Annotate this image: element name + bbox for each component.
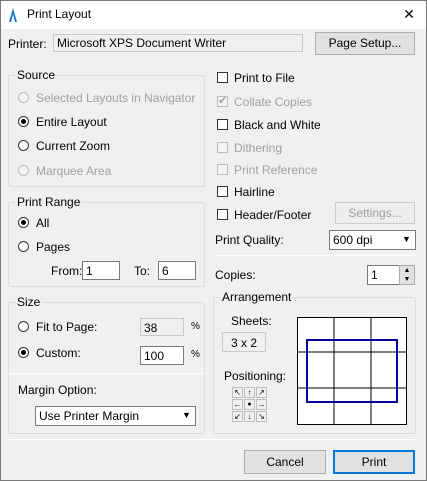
black-and-white-checkbox[interactable]: [217, 119, 228, 130]
margin-option-select[interactable]: Use Printer Margin ▼: [35, 406, 196, 426]
custom-size-label: Custom:: [36, 346, 81, 360]
collate-copies-label: Collate Copies: [234, 95, 313, 109]
dithering-checkbox[interactable]: [217, 142, 228, 153]
footer-divider: [8, 439, 417, 440]
print-range-title: Print Range: [15, 195, 83, 209]
print-quality-value: 600 dpi: [333, 233, 373, 247]
from-label: From:: [51, 264, 83, 278]
custom-size-radio[interactable]: [18, 347, 29, 358]
print-range-all-radio[interactable]: [18, 217, 29, 228]
margin-option-label: Margin Option:: [18, 383, 97, 397]
checkmark-icon: ✔: [218, 95, 228, 107]
print-reference-checkbox[interactable]: [217, 164, 228, 175]
print-layout-dialog: Print Layout ✕ Printer: Microsoft XPS Do…: [0, 0, 427, 481]
arrangement-title: Arrangement: [220, 290, 294, 304]
print-to-file-checkbox[interactable]: [217, 72, 228, 83]
right-divider: [214, 255, 416, 256]
print-quality-label: Print Quality:: [215, 233, 284, 247]
arrow-e-icon[interactable]: →: [256, 399, 267, 410]
fit-to-page-value: 38: [140, 318, 184, 336]
from-page-input[interactable]: 1: [82, 261, 120, 280]
close-icon[interactable]: ✕: [396, 2, 422, 26]
to-label: To:: [134, 264, 151, 278]
center-dot-icon[interactable]: ●: [244, 399, 255, 410]
printer-name-field: Microsoft XPS Document Writer: [53, 34, 303, 52]
arrow-sw-icon[interactable]: ↙: [232, 411, 243, 422]
app-logo-icon: [9, 8, 17, 22]
copies-spinner[interactable]: ▲ ▼: [399, 265, 415, 285]
arrow-n-icon[interactable]: ↑: [244, 387, 255, 398]
copies-label: Copies:: [215, 268, 256, 282]
spin-up-icon[interactable]: ▲: [400, 266, 414, 275]
print-to-file-label: Print to File: [234, 71, 295, 85]
window-title: Print Layout: [27, 7, 92, 21]
settings-button[interactable]: Settings...: [335, 202, 415, 224]
print-range-pages-radio[interactable]: [18, 241, 29, 252]
margin-option-value: Use Printer Margin: [39, 409, 140, 423]
source-marquee-area-label: Marquee Area: [36, 164, 112, 178]
size-title: Size: [15, 295, 43, 309]
print-quality-select[interactable]: 600 dpi ▼: [329, 230, 416, 250]
spin-down-icon[interactable]: ▼: [400, 275, 414, 284]
source-group-title: Source: [15, 68, 58, 82]
arrow-w-icon[interactable]: ←: [232, 399, 243, 410]
source-current-zoom-label: Current Zoom: [36, 139, 111, 153]
chevron-down-icon: ▼: [398, 231, 415, 249]
fit-percent-label: %: [191, 321, 200, 332]
source-current-zoom-radio[interactable]: [18, 140, 29, 151]
hairline-checkbox[interactable]: [217, 186, 228, 197]
fit-to-page-label: Fit to Page:: [36, 320, 98, 334]
source-selected-layouts-label: Selected Layouts in Navigator: [36, 91, 196, 105]
arrow-s-icon[interactable]: ↓: [244, 411, 255, 422]
arrow-ne-icon[interactable]: ↗: [256, 387, 267, 398]
source-entire-layout-label: Entire Layout: [36, 115, 107, 129]
positioning-grid: ↖ ↑ ↗ ← ● → ↙ ↓ ↘: [232, 387, 269, 424]
print-button[interactable]: Print: [333, 450, 415, 474]
printer-label: Printer:: [8, 37, 47, 51]
chevron-down-icon: ▼: [178, 407, 195, 425]
custom-percent-label: %: [191, 349, 200, 360]
source-marquee-area-radio[interactable]: [18, 165, 29, 176]
source-selected-layouts-radio[interactable]: [18, 92, 29, 103]
fit-to-page-radio[interactable]: [18, 321, 29, 332]
custom-size-input[interactable]: 100: [140, 346, 184, 365]
dithering-label: Dithering: [234, 141, 283, 155]
hairline-label: Hairline: [234, 185, 275, 199]
source-entire-layout-radio[interactable]: [18, 116, 29, 127]
positioning-label: Positioning:: [224, 369, 287, 383]
print-reference-label: Print Reference: [234, 163, 318, 177]
print-range-pages-label: Pages: [36, 240, 71, 254]
header-footer-checkbox[interactable]: [217, 209, 228, 220]
page-setup-button[interactable]: Page Setup...: [315, 32, 415, 55]
sheets-value: 3 x 2: [222, 332, 266, 352]
arrow-se-icon[interactable]: ↘: [256, 411, 267, 422]
print-range-all-label: All: [36, 216, 50, 230]
black-and-white-label: Black and White: [234, 118, 321, 132]
copies-input[interactable]: 1: [367, 265, 400, 285]
to-page-input[interactable]: 6: [158, 261, 196, 280]
cancel-button[interactable]: Cancel: [244, 450, 326, 474]
collate-copies-checkbox[interactable]: ✔: [217, 95, 228, 107]
preview-sheet-border: [297, 317, 407, 425]
size-divider: [9, 373, 204, 374]
arrow-nw-icon[interactable]: ↖: [232, 387, 243, 398]
title-bar: Print Layout ✕: [1, 1, 426, 29]
arrangement-preview: [297, 317, 407, 425]
header-footer-label: Header/Footer: [234, 208, 312, 222]
sheets-label: Sheets:: [231, 314, 272, 328]
